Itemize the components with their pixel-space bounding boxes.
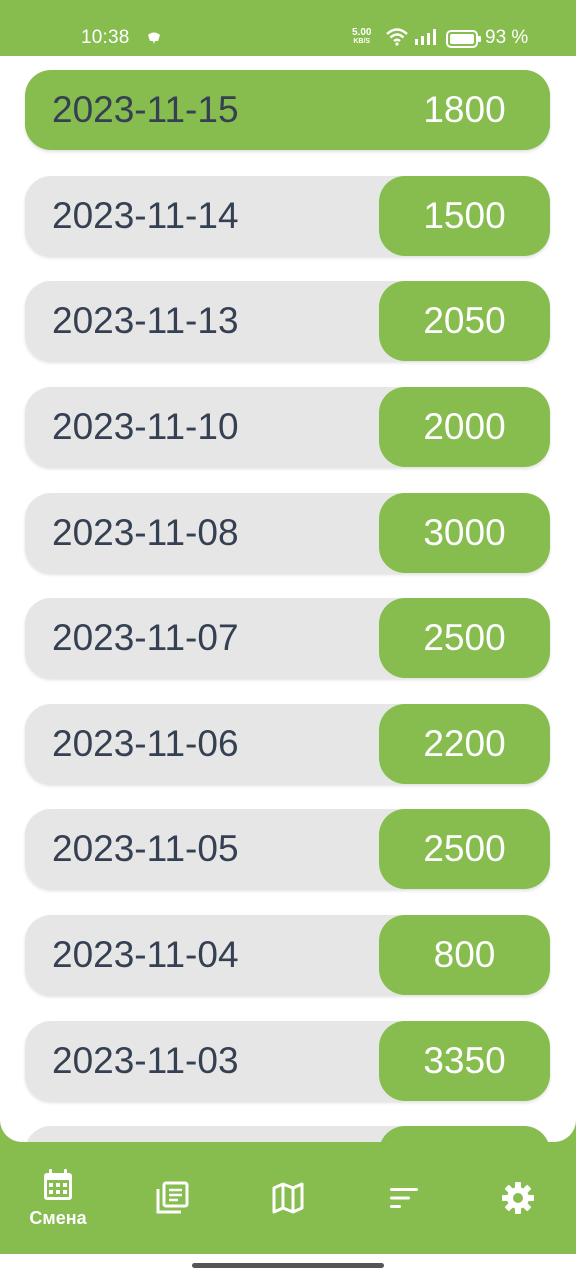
sort-icon [390,1188,418,1208]
shift-amount: 2000 [379,387,550,467]
bottom-navigation: Смена [0,1142,576,1254]
shift-amount: 3350 [379,1021,550,1101]
shift-amount: 2500 [379,598,550,678]
nav-item-sort[interactable] [354,1142,454,1254]
shift-amount [379,1126,550,1142]
shift-row[interactable]: 2023-11-10 2000 [25,387,550,467]
shift-row[interactable]: 2023-11-14 1500 [25,176,550,256]
notification-icon [148,32,160,44]
nav-item-map[interactable] [238,1142,338,1254]
battery-icon [446,30,481,48]
shift-row[interactable]: 2023-11-13 2050 [25,281,550,361]
shift-date: 2023-11-03 [52,1040,239,1081]
shift-amount: 2200 [379,704,550,784]
map-icon [272,1182,304,1214]
calendar-icon [44,1168,72,1200]
wifi-icon [386,28,408,46]
nav-item-notes[interactable] [122,1142,222,1254]
shift-date: 2023-11-08 [52,512,239,553]
shift-date: 2023-11-06 [52,723,239,764]
shift-row[interactable] [25,1126,550,1142]
shift-amount: 2050 [379,281,550,361]
status-time: 10:38 [81,27,130,48]
battery-percentage: 93 % [485,27,529,48]
shift-row[interactable]: 2023-11-08 3000 [25,493,550,573]
shift-amount: 1800 [379,70,550,150]
shift-amount: 800 [379,915,550,995]
shift-date: 2023-11-07 [52,617,239,658]
nav-item-settings[interactable] [468,1142,568,1254]
shift-amount: 3000 [379,493,550,573]
shift-date: 2023-11-10 [52,406,239,447]
shift-date: 2023-11-15 [52,89,239,130]
shift-row[interactable]: 2023-11-03 3350 [25,1021,550,1101]
nav-item-label: Смена [29,1207,87,1228]
status-bar: 10:38 5.00 KB/S 93 % [0,0,576,56]
shift-date: 2023-11-13 [52,300,239,341]
shift-row[interactable]: 2023-11-07 2500 [25,598,550,678]
home-indicator[interactable] [192,1263,384,1268]
shift-row[interactable]: 2023-11-04 800 [25,915,550,995]
gear-icon [502,1182,534,1214]
shift-amount: 2500 [379,809,550,889]
shift-date: 2023-11-05 [52,828,239,869]
notes-icon [156,1181,189,1214]
shift-date: 2023-11-04 [52,934,239,975]
network-speed-value: 5.00 [352,27,372,38]
shift-row[interactable]: 2023-11-06 2200 [25,704,550,784]
shift-list: 2023-11-15 1800 2023-11-14 1500 2023-11-… [0,56,576,1142]
network-speed: 5.00 KB/S [352,28,371,46]
shift-date: 2023-11-14 [52,195,239,236]
shift-row[interactable]: 2023-11-15 1800 [25,70,550,150]
network-speed-unit: KB/S [353,38,371,45]
signal-icon [415,29,436,45]
shift-row[interactable]: 2023-11-05 2500 [25,809,550,889]
shift-amount: 1500 [379,176,550,256]
nav-item-shift[interactable]: Смена [8,1142,108,1254]
